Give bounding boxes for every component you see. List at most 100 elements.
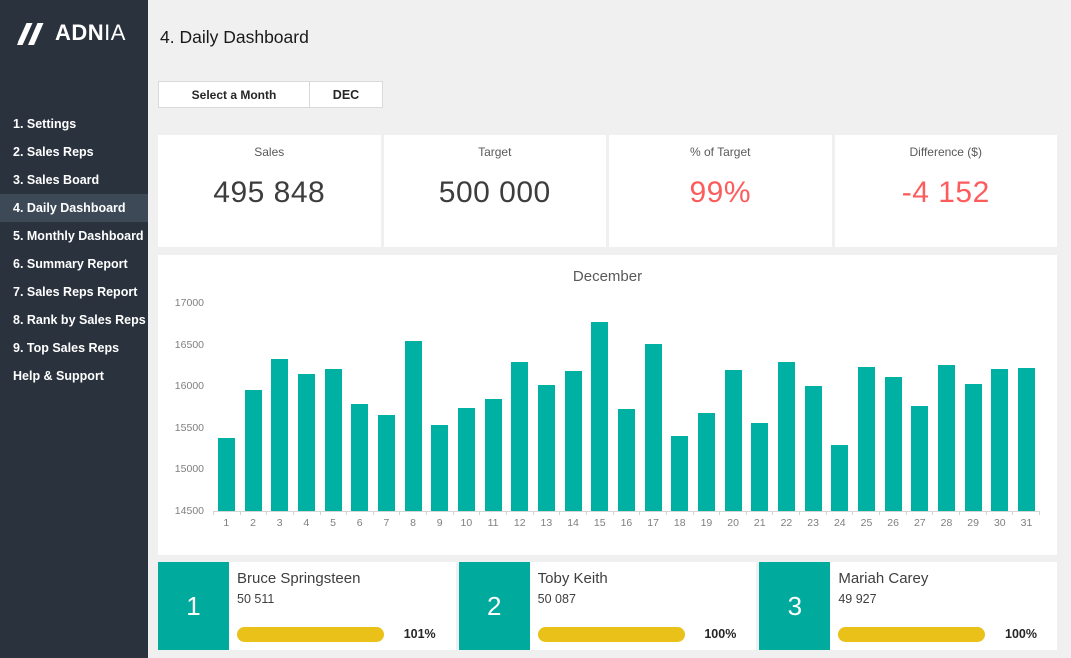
y-axis-tick-label: 15500 (158, 422, 204, 434)
sidebar-item-monthly-dashboard[interactable]: 5. Monthly Dashboard (0, 222, 148, 250)
axis-tick (773, 512, 800, 515)
adnia-logo-icon (13, 21, 47, 45)
x-axis-label: 24 (826, 517, 853, 529)
bar-day-18 (671, 436, 688, 511)
progress-row: 100% (538, 626, 737, 642)
axis-tick (827, 512, 854, 515)
sidebar-item-settings[interactable]: 1. Settings (0, 110, 148, 138)
kpi-label: Sales (158, 145, 381, 159)
kpi-card-difference: Difference ($)-4 152 (835, 135, 1058, 247)
month-selector-label: Select a Month (159, 82, 309, 107)
bar-column-day-22 (773, 303, 800, 511)
rank-badge: 2 (459, 562, 530, 650)
month-selector-value[interactable]: DEC (309, 82, 382, 107)
bar-column-day-30 (986, 303, 1013, 511)
bar-day-3 (271, 359, 288, 511)
sidebar-item-summary-report[interactable]: 6. Summary Report (0, 250, 148, 278)
bar-day-30 (991, 369, 1008, 511)
bar-column-day-8 (400, 303, 427, 511)
axis-tick (853, 512, 880, 515)
x-axis-label: 10 (453, 517, 480, 529)
sidebar-item-help-support[interactable]: Help & Support (0, 362, 148, 390)
x-axis-label: 4 (293, 517, 320, 529)
bar-column-day-13 (533, 303, 560, 511)
bar-column-day-3 (266, 303, 293, 511)
bar-day-29 (965, 384, 982, 511)
bar-day-31 (1018, 368, 1035, 511)
sidebar-item-sales-reps-report[interactable]: 7. Sales Reps Report (0, 278, 148, 306)
axis-tick (400, 512, 427, 515)
kpi-value: 500 000 (384, 176, 607, 210)
x-axis-label: 9 (426, 517, 453, 529)
x-axis-label: 31 (1013, 517, 1040, 529)
sidebar-item-daily-dashboard[interactable]: 4. Daily Dashboard (0, 194, 148, 222)
sidebar-item-top-sales-reps[interactable]: 9. Top Sales Reps (0, 334, 148, 362)
kpi-value: 495 848 (158, 176, 381, 210)
progress-bar (838, 627, 985, 642)
sidebar-item-rank-by-sales-reps[interactable]: 8. Rank by Sales Reps (0, 306, 148, 334)
x-axis-label: 5 (320, 517, 347, 529)
month-selector[interactable]: Select a Month DEC (158, 81, 383, 108)
bar-column-day-29 (960, 303, 987, 511)
bar-column-day-25 (853, 303, 880, 511)
axis-tick (374, 512, 401, 515)
bar-column-day-26 (880, 303, 907, 511)
bar-column-day-23 (800, 303, 827, 511)
bar-column-day-12 (506, 303, 533, 511)
leaderboard-card-rank-2: 2Toby Keith50 087100% (459, 562, 757, 650)
axis-tick (667, 512, 694, 515)
leaderboard-card-body: Mariah Carey49 927100% (830, 562, 1057, 650)
kpi-label: Target (384, 145, 607, 159)
x-axis-label: 12 (506, 517, 533, 529)
x-axis-label: 30 (986, 517, 1013, 529)
progress-row: 101% (237, 626, 436, 642)
progress-percent: 100% (704, 627, 736, 641)
x-axis-label: 13 (533, 517, 560, 529)
bar-day-5 (325, 369, 342, 511)
x-axis-label: 2 (240, 517, 267, 529)
axis-tick (214, 512, 241, 515)
axis-tick (720, 512, 747, 515)
chart-x-axis-line (213, 511, 1040, 515)
kpi-value: -4 152 (835, 176, 1058, 210)
bar-day-14 (565, 371, 582, 511)
axis-tick (800, 512, 827, 515)
leaderboard-card-rank-1: 1Bruce Springsteen50 511101% (158, 562, 456, 650)
y-axis-tick-label: 16500 (158, 339, 204, 351)
progress-bar (538, 627, 685, 642)
x-axis-label: 18 (666, 517, 693, 529)
bar-day-6 (351, 404, 368, 511)
sidebar-item-sales-reps[interactable]: 2. Sales Reps (0, 138, 148, 166)
x-axis-label: 15 (586, 517, 613, 529)
bar-day-27 (911, 406, 928, 511)
bar-column-day-4 (293, 303, 320, 511)
logo-text-light: IA (104, 20, 126, 45)
x-axis-label: 20 (720, 517, 747, 529)
bar-column-day-11 (480, 303, 507, 511)
x-axis-label: 14 (560, 517, 587, 529)
kpi-label: % of Target (609, 145, 832, 159)
app-root: ADNIA 1. Settings2. Sales Reps3. Sales B… (0, 0, 1071, 658)
x-axis-label: 21 (746, 517, 773, 529)
progress-bar (237, 627, 384, 642)
axis-tick (321, 512, 348, 515)
bar-column-day-15 (586, 303, 613, 511)
sales-rep-value: 50 087 (538, 592, 757, 606)
bar-day-19 (698, 413, 715, 511)
bar-column-day-19 (693, 303, 720, 511)
bar-day-15 (591, 322, 608, 511)
y-axis-tick-label: 17000 (158, 297, 204, 309)
logo-text: ADNIA (55, 20, 126, 46)
x-axis-label: 11 (480, 517, 507, 529)
axis-tick (294, 512, 321, 515)
x-axis-label: 22 (773, 517, 800, 529)
bar-column-day-18 (666, 303, 693, 511)
bar-day-7 (378, 415, 395, 511)
leaderboard-card-body: Toby Keith50 087100% (530, 562, 757, 650)
kpi-row: Sales495 848Target500 000% of Target99%D… (158, 135, 1057, 247)
bar-column-day-27 (906, 303, 933, 511)
top-sales-reps-leaderboard: 1Bruce Springsteen50 511101%2Toby Keith5… (158, 562, 1057, 650)
sidebar-item-sales-board[interactable]: 3. Sales Board (0, 166, 148, 194)
bar-day-22 (778, 362, 795, 511)
main-content: 4. Daily Dashboard Select a Month DEC Sa… (148, 0, 1071, 658)
